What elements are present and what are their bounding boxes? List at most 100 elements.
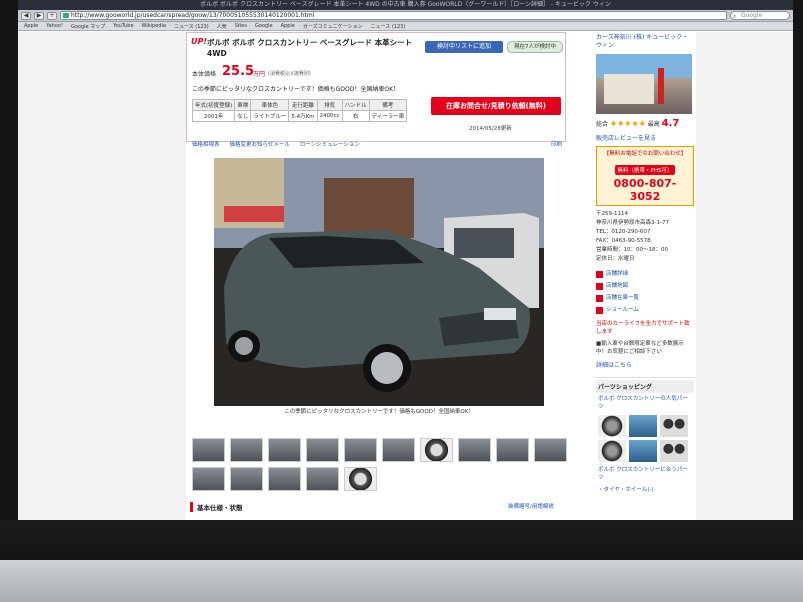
photo-thumbnail[interactable] — [420, 438, 453, 462]
photo-thumbnail[interactable] — [306, 438, 339, 462]
spec-header: 排気 — [316, 99, 343, 111]
shop-link-label: 店舗在庫一覧 — [606, 295, 640, 301]
photo-thumbnail[interactable] — [458, 438, 491, 462]
photo-thumbnail[interactable] — [306, 467, 339, 491]
photo-thumbnail[interactable] — [382, 438, 415, 462]
loan-simulation-link[interactable]: ローンシミュレーション — [300, 140, 360, 148]
window-title: ボルボ ボルボ クロスカントリー ベースグレード 本革シート 4WD の中古車 … — [18, 0, 793, 10]
price-market-link[interactable]: 価格相場表 — [192, 140, 220, 148]
photo-thumbnail[interactable] — [268, 467, 301, 491]
listing-content: UP! ボルボ ボルボ クロスカントリー ベースグレード 本革シート 4WD 検… — [186, 32, 696, 520]
photo-thumbnail[interactable] — [344, 467, 377, 491]
bookmark-item[interactable]: Yahoo! — [46, 23, 63, 29]
spec-header: 車体色 — [250, 99, 290, 111]
bookmark-item[interactable]: Google マップ — [71, 23, 105, 30]
web-page: UP! ボルボ ボルボ クロスカントリー ベースグレード 本革シート 4WD 検… — [18, 32, 793, 520]
shop-links: 店舗詳細 店舗地図 店舗在庫一覧 ショールーム — [594, 266, 696, 318]
photo-thumbnail[interactable] — [192, 438, 225, 462]
shop-link-label: ショールーム — [606, 307, 639, 313]
bookmark-item[interactable]: Apple — [24, 23, 38, 29]
rating-tag: 最高 — [647, 121, 660, 128]
parts-product-image[interactable] — [629, 440, 657, 462]
photo-thumbnail[interactable] — [230, 438, 263, 462]
spec-cell: 5.4万Km — [288, 110, 318, 122]
call-free-badge: 無料（携帯・PHS可） — [614, 165, 676, 175]
popular-parts-link[interactable]: ボルボ クロスカントリーの人気パーツ — [596, 393, 694, 413]
photo-thumbnail[interactable] — [344, 438, 377, 462]
bookmark-item[interactable]: Apple — [281, 23, 295, 29]
showroom-link[interactable]: ショールーム — [596, 304, 694, 316]
shop-stock-link[interactable]: 店舗在庫一覧 — [596, 292, 694, 304]
wheel-product-image[interactable] — [660, 415, 688, 437]
search-placeholder: Google — [741, 12, 763, 19]
section-heading: 基本仕様・状態 — [190, 502, 243, 512]
stock-list-icon — [596, 294, 603, 302]
bookmark-item[interactable]: ガーズコミュニケーション — [303, 23, 363, 30]
listing-header: UP! ボルボ ボルボ クロスカントリー ベースグレード 本革シート 4WD 検… — [186, 32, 566, 142]
dealer-rating: 総合 ★★★★★ 最高 4.7 — [594, 116, 696, 131]
considering-count-badge: 現在7人が検討中 — [507, 41, 563, 53]
print-link[interactable]: 印刷 — [551, 140, 562, 148]
bookmark-item[interactable]: ニュース (123) — [174, 23, 209, 30]
bookmark-item[interactable]: ニュース (123) — [371, 23, 406, 30]
tire-product-image[interactable] — [598, 415, 626, 437]
parts-shopping: パーツショッピング ボルボ クロスカントリーの人気パーツ ボルボ クロスカントリ… — [594, 377, 696, 498]
bookmarks-bar: Apple Yahoo! Google マップ YouTube Wikipedi… — [18, 22, 793, 31]
call-title: 【無料お電話でのお問い合わせ】 — [603, 151, 687, 157]
site-favicon-icon — [63, 13, 69, 18]
bookmark-item[interactable]: Wikipedia — [142, 23, 166, 29]
photo-thumbnail[interactable] — [534, 438, 567, 462]
bookmark-item[interactable]: Sites — [235, 23, 247, 29]
catchphrase: この季節にピッタリなクロスカントリーです！価格もGOOD！全国納車OK！ — [192, 86, 400, 93]
address-line: FAX：0463-90-5578 — [596, 238, 651, 244]
tire-wheel-link[interactable]: ・タイヤ・ホイール(-) — [596, 484, 694, 496]
shop-map-link[interactable]: 店舗地図 — [596, 280, 694, 292]
bookmark-item[interactable]: Google — [255, 23, 273, 29]
shop-flag — [658, 68, 664, 104]
spec-table: 年式(初度登録) 車検 車体色 走行距離 排気 ハンドル 備考 2001年 なし… — [191, 99, 408, 122]
photo-thumbnail[interactable] — [230, 467, 263, 491]
wheel-product-image[interactable] — [660, 440, 688, 462]
price-note: (消費税込)(諸費別) — [268, 71, 311, 77]
url-text: http://www.gooworld.jp/usedcar/spread/go… — [71, 12, 315, 19]
address-line: 神奈川県伊勢原市高森3-1-77 — [596, 220, 669, 226]
add-to-compare-button[interactable]: 検討中リストに追加 — [425, 41, 503, 53]
price-unit: 万円 — [253, 71, 266, 78]
bookmark-item[interactable]: YouTube — [113, 23, 133, 29]
address-bar[interactable]: http://www.gooworld.jp/usedcar/spread/go… — [60, 11, 727, 20]
photo-thumbnail[interactable] — [496, 438, 529, 462]
back-button[interactable]: ◀ — [21, 11, 31, 20]
up-badge: UP! — [191, 37, 208, 46]
listing-links: 価格相場表 価格変更お知らせメール ローンシミュレーション 印刷 — [186, 138, 566, 150]
call-box: 【無料お電話でのお問い合わせ】 無料（携帯・PHS可） 0800-807-305… — [596, 146, 694, 206]
spec-cell: 2001年 — [191, 110, 236, 122]
bookmark-item[interactable]: 人気 — [217, 23, 227, 30]
price-alert-link[interactable]: 価格変更お知らせメール — [230, 140, 290, 148]
spec-header: 車検 — [234, 99, 252, 111]
matching-parts-link[interactable]: ボルボ クロスカントリーに合うパーツ — [596, 464, 694, 484]
photo-thumbnail[interactable] — [192, 467, 225, 491]
photo-thumbnail[interactable] — [268, 438, 301, 462]
dealer-name-link[interactable]: カーズ神奈川 (株) キュービック・ウィン — [594, 32, 696, 52]
shop-link-label: 店舗詳細 — [606, 271, 629, 277]
add-bookmark-button[interactable]: + — [47, 11, 57, 20]
shop-photo[interactable] — [596, 54, 692, 114]
shop-detail-link[interactable]: 店舗詳細 — [596, 268, 694, 280]
parts-product-image[interactable] — [629, 415, 657, 437]
forward-button[interactable]: ▶ — [34, 11, 44, 20]
map-icon — [596, 282, 603, 290]
notice-detail-link[interactable]: 詳細はこちら — [594, 358, 696, 371]
phone-number[interactable]: 0800-807-3052 — [599, 177, 691, 203]
listing-title: ボルボ ボルボ クロスカントリー ベースグレード 本革シート 4WD — [207, 38, 413, 58]
search-input[interactable]: ⌕ Google — [730, 11, 790, 20]
inquiry-button[interactable]: 在庫お問合せ/見積り依頼(無料) — [431, 97, 561, 115]
browser-toolbar: ◀ ▶ + http://www.gooworld.jp/usedcar/spr… — [18, 10, 793, 22]
review-link[interactable]: 販売店レビューを見る — [594, 131, 696, 144]
spec-cell: ディーラー車 — [368, 110, 408, 122]
help-link[interactable]: 装備略号/用語解説 — [508, 502, 554, 510]
main-car-photo[interactable] — [214, 158, 544, 406]
tire-product-image[interactable] — [598, 440, 626, 462]
shop-building — [604, 74, 654, 104]
spec-header: 備考 — [368, 99, 408, 111]
shop-link-label: 店舗地図 — [606, 283, 629, 289]
